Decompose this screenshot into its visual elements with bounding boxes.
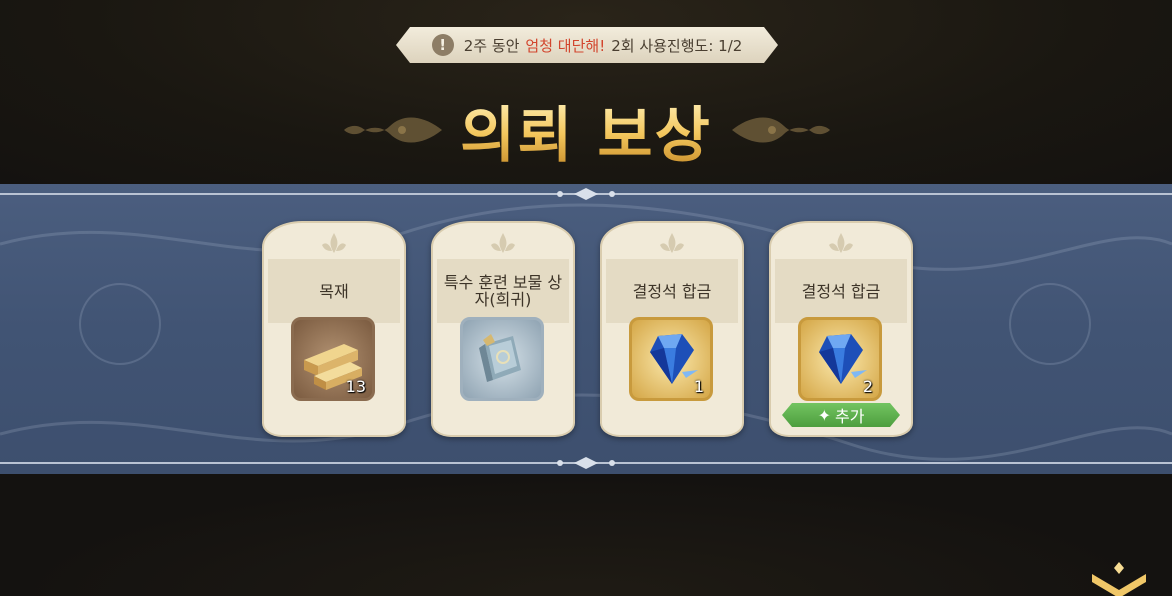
- reward-name: 특수 훈련 보물 상자(희귀): [437, 259, 569, 323]
- band-pattern: [0, 203, 1172, 461]
- reward-card-treasure-box[interactable]: 특수 훈련 보물 상자(희귀): [431, 221, 575, 437]
- item-icon-frame: 1: [629, 317, 713, 401]
- notice-text-part2: 2회 사용진행도: 1/2: [611, 36, 743, 55]
- item-quantity: 13: [345, 377, 366, 396]
- item-icon-frame: [460, 317, 544, 401]
- sparkle-icon: ✦: [817, 405, 831, 425]
- fleur-crest-icon: [660, 233, 684, 253]
- fleur-crest-icon: [322, 233, 346, 253]
- notice-highlight: 엄청 대단해!: [525, 36, 606, 55]
- bottom-background: [0, 474, 1172, 596]
- band-divider-top: [0, 188, 1172, 200]
- reward-card-wood[interactable]: 목재 13: [262, 221, 406, 437]
- continue-chevron-icon[interactable]: [1086, 560, 1152, 596]
- page-title: 의뢰 보상: [0, 88, 1172, 172]
- reward-card-crystal-alloy[interactable]: 결정석 합금 1: [600, 221, 744, 437]
- extra-badge-label: 추가: [834, 407, 865, 426]
- reward-name: 결정석 합금: [775, 259, 907, 323]
- reward-card-crystal-alloy-bonus[interactable]: 결정석 합금 2 ✦ 추가: [769, 221, 913, 437]
- progress-notice: ! 2주 동안 엄청 대단해! 2회 사용진행도: 1/2: [396, 27, 778, 63]
- item-quantity: 2: [862, 377, 873, 396]
- treasure-box-icon: [479, 334, 521, 382]
- reward-name: 결정석 합금: [606, 259, 738, 323]
- fleur-crest-icon: [491, 233, 515, 253]
- item-icon-frame: 2: [798, 317, 882, 401]
- notice-text-part1: 2주 동안: [463, 36, 520, 55]
- item-icon-frame: 13: [291, 317, 375, 401]
- exclamation-icon: !: [432, 34, 454, 56]
- reward-name: 목재: [268, 259, 400, 323]
- band-divider-bottom: [0, 457, 1172, 469]
- fleur-crest-icon: [829, 233, 853, 253]
- extra-reward-badge: ✦ 추가: [782, 403, 900, 427]
- item-quantity: 1: [693, 377, 704, 396]
- reward-band: [0, 184, 1172, 474]
